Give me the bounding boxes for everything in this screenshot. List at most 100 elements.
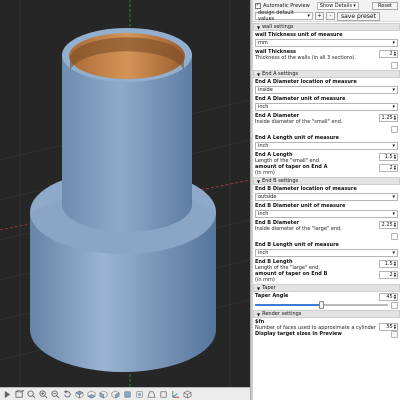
add-preset-button[interactable]: + <box>315 12 324 20</box>
end-a-diameter-location-select[interactable]: inside ▾ <box>255 86 398 94</box>
reset-button[interactable]: Reset <box>372 1 398 10</box>
collapse-triangle-icon: ▼ <box>257 311 261 317</box>
param-reset-button[interactable] <box>391 301 398 309</box>
param-label: End A Diameter unit of measure <box>255 96 346 102</box>
view-front-icon[interactable] <box>122 389 133 400</box>
param-reset-button[interactable] <box>391 62 398 69</box>
display-target-sizes-checkbox[interactable] <box>391 331 398 338</box>
details-select[interactable]: Show Details ▾ <box>316 1 359 10</box>
section-taper[interactable]: ▼ Taper <box>253 284 400 292</box>
perspective-icon[interactable] <box>146 389 157 400</box>
preset-bar: design default values ▾ + - save preset <box>253 10 400 22</box>
slider-handle[interactable] <box>319 301 324 309</box>
section-wall-settings[interactable]: ▼ wall settings <box>253 23 400 31</box>
chevron-down-icon: ▾ <box>392 194 395 200</box>
end-b-diameter-unit-select[interactable]: inch ▾ <box>255 210 398 218</box>
zoom-in-icon[interactable] <box>38 389 49 400</box>
3d-viewport[interactable] <box>0 0 250 400</box>
param-label: End B Length unit of measure <box>255 242 339 248</box>
chevron-down-icon: ▾ <box>392 143 395 149</box>
end-b-taper-spinbox[interactable]: 2 ▲ ▼ <box>379 271 398 279</box>
spin-arrows-icon[interactable]: ▲ ▼ <box>394 165 396 171</box>
spin-value: 45 <box>386 294 393 300</box>
fn-spinbox[interactable]: 55 ▲ ▼ <box>379 323 398 331</box>
zoom-out-icon[interactable] <box>50 389 61 400</box>
spin-value: 1.5 <box>384 261 393 267</box>
preview-icon[interactable] <box>2 389 13 400</box>
end-b-length-spinbox[interactable]: 1.5 ▲ ▼ <box>379 260 398 268</box>
remove-preset-button[interactable]: - <box>326 12 335 20</box>
section-render-settings[interactable]: ▼ Render settings <box>253 310 400 318</box>
end-a-length-spinbox[interactable]: 1.5 ▲ ▼ <box>379 153 398 161</box>
spin-arrows-icon[interactable]: ▲ ▼ <box>394 261 396 267</box>
view-bottom-icon[interactable] <box>86 389 97 400</box>
select-value: mm <box>258 40 268 46</box>
param-label: End A Length <box>255 152 293 158</box>
customizer-panel: ✓ Automatic Preview Show Details ▾ Reset… <box>253 0 400 400</box>
end-a-length-unit-select[interactable]: inch ▾ <box>255 142 398 150</box>
collapse-triangle-icon: ▼ <box>257 24 261 30</box>
chevron-down-icon: ▾ <box>392 211 395 217</box>
collapse-triangle-icon: ▼ <box>257 285 261 291</box>
spin-arrows-icon[interactable]: ▲ ▼ <box>394 272 396 278</box>
param-description: Thickness of the walls (in all 3 section… <box>255 55 357 61</box>
spin-arrows-icon[interactable]: ▲ ▼ <box>394 51 396 57</box>
spin-arrows-icon[interactable]: ▲ ▼ <box>394 154 396 160</box>
section-end-a-settings[interactable]: ▼ End A settings <box>253 70 400 78</box>
slider-fill <box>255 304 322 306</box>
end-b-diameter-location-select[interactable]: outside ▾ <box>255 193 398 201</box>
show-edges-icon[interactable] <box>182 389 193 400</box>
chevron-down-icon: ▾ <box>392 250 395 256</box>
section-end-b-settings[interactable]: ▼ End B settings <box>253 177 400 185</box>
preset-select[interactable]: design default values ▾ <box>255 10 313 22</box>
spin-arrows-icon[interactable]: ▲ ▼ <box>394 324 396 330</box>
show-axes-icon[interactable] <box>170 389 181 400</box>
spin-value: 2.25 <box>381 222 393 228</box>
chevron-down-icon: ▾ <box>392 40 395 46</box>
collapse-triangle-icon: ▼ <box>257 178 261 184</box>
section-title: End A settings <box>262 71 299 77</box>
auto-preview-label: Automatic Preview <box>263 2 310 9</box>
param-label: End B Diameter <box>255 220 299 226</box>
end-a-diameter-unit-select[interactable]: inch ▾ <box>255 103 398 111</box>
spin-arrows-icon[interactable]: ▲ ▼ <box>394 115 396 121</box>
param-reset-button[interactable] <box>391 126 398 133</box>
view-top-icon[interactable] <box>74 389 85 400</box>
spin-value: 2 <box>389 165 393 171</box>
view-back-icon[interactable] <box>134 389 145 400</box>
section-title: wall settings <box>262 24 294 30</box>
wall-thickness-spinbox[interactable]: 2 ▲ ▼ <box>379 50 398 58</box>
reset-view-icon[interactable] <box>62 389 73 400</box>
end-b-diameter-spinbox[interactable]: 2.25 ▲ ▼ <box>379 221 398 229</box>
view-right-icon[interactable] <box>110 389 121 400</box>
param-label: Display target sizes in Preview <box>255 331 342 337</box>
preset-select-value: design default values <box>258 10 294 22</box>
render-icon[interactable] <box>14 389 25 400</box>
spin-arrows-icon[interactable]: ▲ ▼ <box>394 222 396 228</box>
param-description: Inside diameter of the "large" end. <box>255 226 342 232</box>
view-toolbar <box>0 387 250 400</box>
chevron-down-icon: ▾ <box>353 2 356 9</box>
param-label: wall Thickness <box>255 49 297 55</box>
spin-arrows-icon[interactable]: ▲ ▼ <box>394 294 396 300</box>
select-value: inside <box>258 87 273 93</box>
taper-angle-spinbox[interactable]: 45 ▲ ▼ <box>379 293 398 301</box>
param-reset-button[interactable] <box>391 233 398 240</box>
end-b-length-unit-select[interactable]: inch ▾ <box>255 249 398 257</box>
end-a-diameter-spinbox[interactable]: 1.25 ▲ ▼ <box>379 114 398 122</box>
save-preset-button[interactable]: save preset <box>337 11 380 21</box>
details-select-value: Show Details <box>319 2 353 9</box>
end-a-taper-spinbox[interactable]: 2 ▲ ▼ <box>379 164 398 172</box>
orthogonal-icon[interactable] <box>158 389 169 400</box>
auto-preview-checkbox[interactable]: ✓ <box>255 2 261 9</box>
view-left-icon[interactable] <box>98 389 109 400</box>
section-title: End B settings <box>262 178 299 184</box>
taper-angle-slider[interactable] <box>255 301 388 309</box>
param-label: End A Diameter <box>255 113 299 119</box>
param-label: End A Diameter location of measure <box>255 79 357 85</box>
param-label: $fn <box>255 319 265 325</box>
select-value: inch <box>258 211 269 217</box>
view-all-icon[interactable] <box>26 389 37 400</box>
wall-thickness-unit-select[interactable]: mm ▾ <box>255 39 398 47</box>
param-label: End B Length <box>255 259 293 265</box>
